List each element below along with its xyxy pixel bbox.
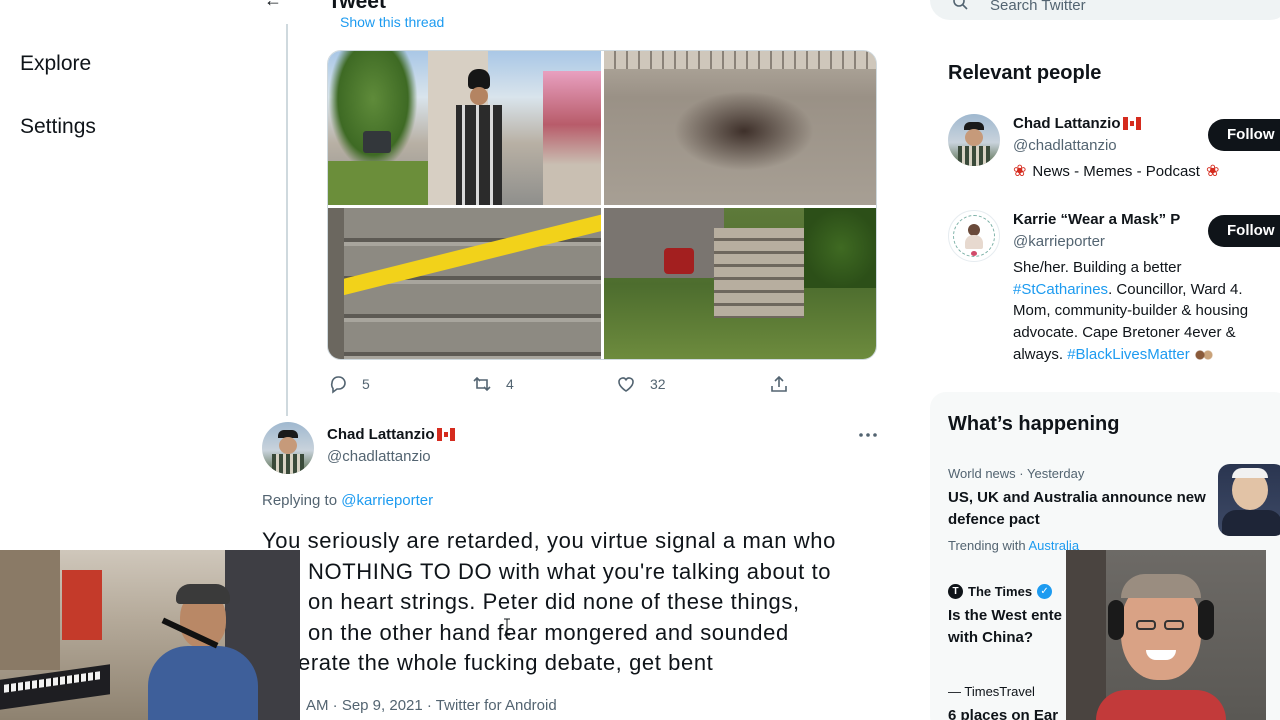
relevant-people-title: Relevant people — [948, 62, 1102, 84]
the-times-logo-icon: T — [948, 584, 963, 599]
tweet-body-line-2: NOTHING TO DO with what you're talking a… — [308, 558, 832, 584]
reply-count: 5 — [362, 376, 370, 392]
share-button[interactable] — [769, 374, 789, 394]
dash-icon: — — [948, 684, 961, 699]
more-options-icon[interactable] — [858, 426, 878, 444]
bio-text: . Councillor, Ward 4. — [1108, 280, 1243, 298]
tweet-body-line-1: You seriously are retarded, you virtue s… — [262, 528, 836, 553]
hashtag-link[interactable]: #BlackLivesMatter — [1067, 346, 1190, 363]
retweet-icon — [473, 376, 491, 392]
person-handle-karrie[interactable]: @karrieporter — [1013, 233, 1105, 250]
person-bio-chad-text: News - Memes - Podcast — [1032, 163, 1200, 180]
trend-source-name: TimesTravel — [964, 684, 1035, 699]
search-placeholder: Search Twitter — [990, 0, 1086, 14]
heart-icon — [618, 377, 634, 392]
person-avatar-karrie[interactable] — [948, 210, 1000, 262]
whats-happening-title: What’s happening — [948, 413, 1120, 435]
fist-emoji-icon — [1193, 347, 1214, 362]
bio-line: always. #BlackLivesMatter — [1013, 344, 1278, 366]
retweet-count: 4 — [506, 376, 514, 392]
tweet-body-line-5: erate the whole fucking debate, get bent — [298, 650, 714, 675]
like-button[interactable]: 32 — [616, 374, 666, 394]
trending-with-label: Trending with — [948, 538, 1026, 553]
trend-title[interactable]: 6 places on Ear — [948, 705, 1058, 720]
tweet-author-name[interactable]: Chad Lattanzio — [327, 426, 455, 443]
maple-leaf-icon: ❀ — [1205, 163, 1220, 180]
tweet-timestamp[interactable]: AM · Sep 9, 2021 · Twitter for Android — [306, 697, 557, 714]
text-cursor-icon — [504, 618, 510, 636]
replying-to-link[interactable]: @karrieporter — [341, 492, 433, 509]
follow-button-chad[interactable]: Follow — [1208, 119, 1280, 151]
person-avatar-chad[interactable] — [948, 114, 1000, 166]
tweet-photo-porch-grass[interactable] — [604, 208, 876, 359]
bio-line: Mom, community-builder & housing — [1013, 302, 1249, 320]
thread-connector-line — [286, 24, 288, 416]
hashtag-link[interactable]: #StCatharines — [1013, 281, 1108, 298]
tweet-photo-grid[interactable] — [327, 50, 877, 360]
trend-source: T The Times ✓ — [948, 584, 1053, 599]
back-arrow-icon[interactable]: ← — [264, 0, 282, 11]
webcam-overlay-right — [1066, 550, 1266, 720]
person-name-chad[interactable]: Chad Lattanzio — [1013, 115, 1141, 132]
person-bio-karrie: She/her. Building a better #StCatharines… — [1013, 257, 1278, 366]
bio-line: She/her. Building a better — [1013, 259, 1182, 276]
page-title: Tweet — [328, 0, 386, 13]
person-handle-chad[interactable]: @chadlattanzio — [1013, 137, 1117, 154]
tweet-photo-man-street[interactable] — [328, 51, 601, 205]
trend-thumbnail[interactable] — [1218, 464, 1280, 536]
person-name-karrie[interactable]: Karrie “Wear a Mask” P — [1013, 211, 1198, 228]
search-icon — [953, 0, 968, 10]
trend-title[interactable]: US, UK and Australia announce new defenc… — [948, 487, 1208, 531]
nav-explore[interactable]: Explore — [20, 52, 91, 76]
show-thread-link[interactable]: Show this thread — [340, 14, 444, 30]
trend-source: — TimesTravel — [948, 684, 1035, 699]
author-name-text: Chad Lattanzio — [327, 426, 435, 443]
replying-prefix: Replying to — [262, 492, 338, 509]
tweet-body-line-3: on heart strings. Peter did none of thes… — [308, 589, 800, 614]
person-bio-chad: ❀ News - Memes - Podcast ❀ — [1013, 161, 1219, 183]
tweet-photo-stairs-tape[interactable] — [328, 208, 601, 359]
person-name-chad-text: Chad Lattanzio — [1013, 115, 1121, 132]
avatar[interactable] — [262, 422, 314, 474]
share-icon — [771, 375, 787, 392]
tweet-body: You seriously are retarded, you virtue s… — [262, 526, 882, 679]
trend-meta: World news · Yesterday — [948, 466, 1085, 481]
webcam-overlay-left — [0, 550, 300, 720]
canada-flag-icon — [1122, 117, 1141, 130]
verified-badge-icon: ✓ — [1037, 584, 1053, 599]
canada-flag-icon — [436, 428, 455, 441]
nav-settings[interactable]: Settings — [20, 115, 96, 139]
like-count: 32 — [650, 376, 666, 392]
reply-button[interactable]: 5 — [328, 374, 370, 394]
search-input[interactable]: Search Twitter — [930, 0, 1280, 20]
retweet-button[interactable]: 4 — [472, 374, 514, 394]
tweet-photo-stained-floor[interactable] — [604, 51, 876, 205]
bio-line: #StCatharines. Councillor, Ward 4. — [1013, 279, 1278, 301]
trending-with: Trending with Australia — [948, 538, 1079, 553]
reply-icon — [330, 376, 346, 394]
tweet-body-line-4: on the other hand fear mongered and soun… — [308, 619, 789, 645]
follow-button-karrie[interactable]: Follow — [1208, 215, 1280, 247]
bio-text: always. — [1013, 345, 1064, 363]
trend-title[interactable]: Is the West ente with China? — [948, 605, 1068, 649]
trend-source-name: The Times — [968, 584, 1033, 599]
maple-leaf-icon: ❀ — [1013, 163, 1027, 180]
replying-to-line: Replying to @karrieporter — [262, 492, 433, 509]
bio-line: advocate. Cape Bretoner 4ever & — [1013, 324, 1236, 342]
tweet-author-handle[interactable]: @chadlattanzio — [327, 448, 431, 465]
